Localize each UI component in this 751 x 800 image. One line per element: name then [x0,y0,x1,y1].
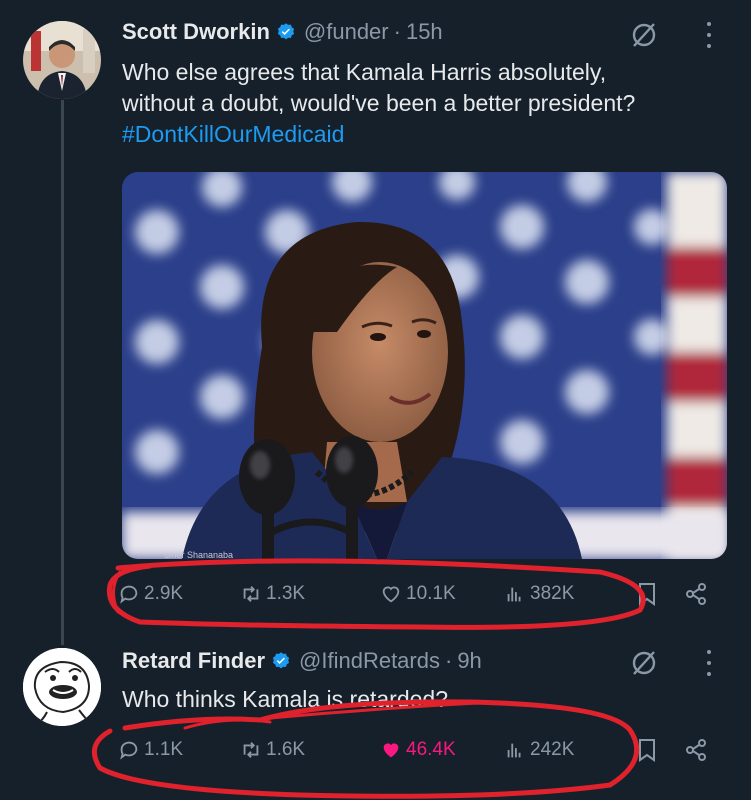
tweet-actions: 1.1K 1.6K 46.4K 242K [118,734,718,766]
tweet-text-line: Who thinks Kamala is retarded? [122,686,448,712]
separator-dot: · [393,19,401,44]
like-button[interactable]: 46.4K [380,739,456,761]
reply-icon [120,741,138,760]
repost-icon [243,742,259,758]
share-icon[interactable] [684,738,708,762]
separator-dot: · [444,648,453,673]
like-count: 46.4K [406,739,456,760]
reply-icon [120,585,138,604]
like-count: 10.1K [406,583,456,604]
avatar[interactable] [23,21,101,99]
user-handle[interactable]: @IfindRetards [299,648,440,674]
view-count: 382K [530,583,575,604]
timestamp[interactable]: 15h [406,19,443,45]
tweet-text: Who thinks Kamala is retarded? [122,684,448,715]
bookmark-icon[interactable] [636,582,658,606]
more-options-icon[interactable] [705,22,713,48]
view-count: 242K [530,739,575,760]
grok-icon[interactable] [630,21,658,49]
display-name[interactable]: Scott Dworkin [122,19,270,45]
reply-button[interactable]: 1.1K [118,739,183,761]
share-icon[interactable] [684,582,708,606]
verified-badge-icon [272,652,290,669]
like-button[interactable]: 10.1K [380,583,456,605]
tweet-header: Scott Dworkin @funder · 15h [122,17,443,47]
verified-badge-icon [277,23,294,40]
heart-filled-icon [383,743,399,758]
repost-count: 1.3K [266,583,306,604]
views-icon [507,743,521,758]
repost-button[interactable]: 1.3K [240,583,305,605]
tweet-media-image[interactable]: umer Shananaba [122,172,727,559]
thread-connector-line [61,100,64,645]
repost-count: 1.6K [266,739,306,760]
grok-icon[interactable] [630,649,658,677]
media-watermark: umer Shananaba [164,550,233,559]
repost-icon [243,586,259,602]
avatar[interactable] [23,648,101,726]
more-options-icon[interactable] [705,650,713,676]
reply-count: 2.9K [144,583,184,604]
tweet-text: Who else agrees that Kamala Harris absol… [122,57,635,150]
reply-count: 1.1K [144,739,184,760]
tweet-header: Retard Finder @IfindRetards · 9h [122,646,482,676]
reply-button[interactable]: 2.9K [118,583,183,605]
heart-icon [382,586,400,603]
hashtag-link[interactable]: #DontKillOurMedicaid [122,119,635,150]
tweet-actions: 2.9K 1.3K 10.1K 382K [118,578,718,610]
repost-button[interactable]: 1.6K [240,739,305,761]
display-name[interactable]: Retard Finder [122,648,265,674]
views-button[interactable]: 382K [504,583,574,605]
tweet-text-line: without a doubt, would've been a better … [122,90,636,116]
bookmark-icon[interactable] [636,738,658,762]
user-handle[interactable]: @funder [304,19,389,45]
tweet-text-line: Who else agrees that Kamala Harris absol… [122,59,607,85]
views-icon [507,587,521,602]
views-button[interactable]: 242K [504,739,574,761]
timestamp[interactable]: 9h [457,648,481,674]
